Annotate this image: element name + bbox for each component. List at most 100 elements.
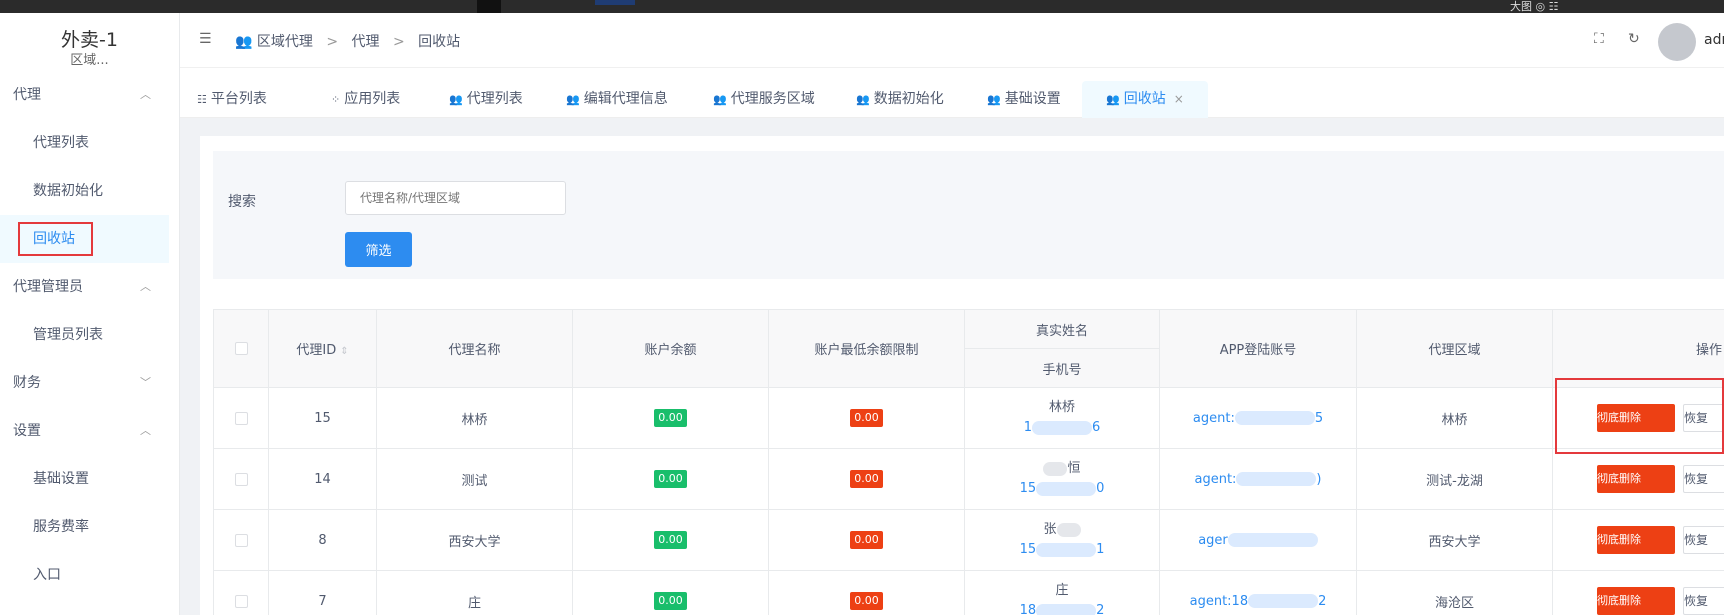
col-balance: 账户余额 bbox=[572, 309, 769, 388]
table-row: 7 庄 0.00 0.00 庄 18 2 agent:18 2 海沧区 彻底删除 恢复 bbox=[213, 570, 1724, 615]
window-top-strip: 大图 ◎ ☷ bbox=[0, 0, 1724, 13]
highlight-box bbox=[18, 222, 93, 256]
apps-icon: ⁘ bbox=[331, 93, 341, 106]
strip-block bbox=[477, 0, 501, 13]
sidebar-group-finance[interactable]: 财务 ﹀ bbox=[0, 359, 179, 407]
table-row: 15 林桥 0.00 0.00 林桥 16 agent: 5 林桥 彻底删除 恢复 bbox=[213, 387, 1724, 449]
chevron-up-icon: ︿ bbox=[140, 424, 151, 437]
users-icon: 👥 bbox=[856, 93, 870, 106]
list-icon: ☷ bbox=[197, 93, 207, 106]
row-checkbox[interactable] bbox=[234, 533, 248, 547]
tab-basic-settings[interactable]: 👥 基础设置 bbox=[987, 81, 1061, 118]
balance-badge: 0.00 bbox=[654, 470, 687, 488]
min-balance-badge: 0.00 bbox=[850, 531, 883, 549]
search-input[interactable] bbox=[345, 181, 566, 215]
col-area: 代理区域 bbox=[1356, 309, 1553, 388]
delete-permanently-button[interactable]: 彻底删除 bbox=[1597, 465, 1675, 493]
cell-name: 西安大学 bbox=[376, 509, 573, 571]
delete-permanently-button[interactable]: 彻底删除 bbox=[1597, 587, 1675, 615]
tab-agent-list[interactable]: 👥 代理列表 bbox=[449, 81, 523, 118]
breadcrumb-item[interactable]: 代理 bbox=[352, 34, 380, 50]
cell-real-name: 恒 15 0 bbox=[964, 448, 1160, 510]
breadcrumb: 👥 区域代理 > 代理 > 回收站 bbox=[235, 34, 461, 50]
strip-block-blue bbox=[595, 0, 635, 5]
breadcrumb-item[interactable]: 区域代理 bbox=[257, 34, 313, 50]
table-row: 8 西安大学 0.00 0.00 张 15 1 ager 西安大学 彻底删除 恢复 bbox=[213, 509, 1724, 571]
col-id[interactable]: 代理ID ⇕ bbox=[268, 309, 377, 388]
refresh-icon[interactable]: ↻ bbox=[1628, 31, 1640, 47]
restore-button[interactable]: 恢复 bbox=[1683, 465, 1724, 493]
app-title: 外卖-1 bbox=[61, 29, 118, 51]
users-icon: 👥 bbox=[449, 93, 463, 106]
sidebar-item-service-rate[interactable]: 服务费率 bbox=[0, 503, 179, 551]
chevron-up-icon: ︿ bbox=[140, 280, 151, 293]
sidebar-item-admin-list[interactable]: 管理员列表 bbox=[0, 311, 179, 359]
search-label: 搜索 bbox=[228, 194, 256, 210]
balance-badge: 0.00 bbox=[654, 531, 687, 549]
cell-area: 海沧区 bbox=[1356, 570, 1553, 615]
cell-id: 8 bbox=[268, 509, 377, 571]
menu-fold-icon[interactable]: ☰ bbox=[199, 31, 212, 47]
delete-permanently-button[interactable]: 彻底删除 bbox=[1597, 404, 1675, 432]
cell-login: agent:18 2 bbox=[1159, 570, 1357, 615]
balance-badge: 0.00 bbox=[654, 592, 687, 610]
cell-area: 林桥 bbox=[1356, 387, 1553, 449]
balance-badge: 0.00 bbox=[654, 409, 687, 427]
strip-text: 大图 ◎ ☷ bbox=[1510, 0, 1559, 13]
row-checkbox[interactable] bbox=[234, 594, 248, 608]
avatar[interactable] bbox=[1658, 23, 1696, 61]
sidebar-group-agent[interactable]: 代理 ︿ bbox=[0, 71, 179, 119]
sidebar-item-entry[interactable]: 入口 bbox=[0, 551, 179, 599]
table-row: 14 测试 0.00 0.00 恒 15 0 agent:) 测试-龙湖 彻底删除… bbox=[213, 448, 1724, 510]
col-ops: 操作 bbox=[1552, 309, 1724, 388]
sidebar-group-settings[interactable]: 设置 ︿ bbox=[0, 407, 179, 455]
cell-area: 西安大学 bbox=[1356, 509, 1553, 571]
close-icon[interactable]: × bbox=[1174, 92, 1184, 106]
username[interactable]: adm bbox=[1704, 32, 1724, 48]
min-balance-badge: 0.00 bbox=[850, 409, 883, 427]
breadcrumb-item: 回收站 bbox=[418, 34, 461, 50]
select-all-cell bbox=[213, 309, 269, 388]
min-balance-badge: 0.00 bbox=[850, 592, 883, 610]
chevron-down-icon: ﹀ bbox=[140, 376, 151, 389]
select-all-checkbox[interactable] bbox=[234, 342, 248, 355]
sidebar-item-agent-list[interactable]: 代理列表 bbox=[0, 119, 179, 167]
tab-agent-service-area[interactable]: 👥 代理服务区域 bbox=[713, 81, 815, 118]
app-logo: 外卖-1 区域... bbox=[0, 13, 179, 71]
tab-app-list[interactable]: ⁘ 应用列表 bbox=[331, 81, 400, 118]
row-checkbox[interactable] bbox=[234, 472, 248, 486]
restore-button[interactable]: 恢复 bbox=[1683, 404, 1724, 432]
delete-permanently-button[interactable]: 彻底删除 bbox=[1597, 526, 1675, 554]
sort-icon[interactable]: ⇕ bbox=[340, 346, 348, 357]
tab-data-init[interactable]: 👥 数据初始化 bbox=[856, 81, 944, 118]
sidebar-group-agent-admin[interactable]: 代理管理员 ︿ bbox=[0, 263, 179, 311]
restore-button[interactable]: 恢复 bbox=[1683, 526, 1724, 554]
search-panel: 搜索 筛选 bbox=[213, 151, 1724, 279]
sidebar-item-recycle-bin[interactable]: 回收站 bbox=[0, 215, 169, 263]
cell-login: agent: 5 bbox=[1159, 387, 1357, 449]
cell-name: 林桥 bbox=[376, 387, 573, 449]
cell-name: 测试 bbox=[376, 448, 573, 510]
cell-name: 庄 bbox=[376, 570, 573, 615]
restore-button[interactable]: 恢复 bbox=[1683, 587, 1724, 615]
cell-real-name: 林桥 16 bbox=[964, 387, 1160, 449]
users-icon: 👥 bbox=[235, 34, 253, 50]
col-phone: 手机号 bbox=[964, 348, 1160, 388]
fullscreen-icon[interactable]: ⛶ bbox=[1594, 31, 1604, 47]
cell-real-name: 张 15 1 bbox=[964, 509, 1160, 571]
tab-bar: ☷ 平台列表 ⁘ 应用列表 👥 代理列表 👥 编辑代理信息 👥 代理服务区域 👥 数据初始化… bbox=[180, 68, 1724, 118]
tab-recycle-bin[interactable]: 👥 回收站 × bbox=[1082, 81, 1208, 118]
sidebar-item-data-init[interactable]: 数据初始化 bbox=[0, 167, 179, 215]
row-checkbox[interactable] bbox=[234, 411, 248, 425]
sidebar-item-basic-settings[interactable]: 基础设置 bbox=[0, 455, 179, 503]
tab-platform-list[interactable]: ☷ 平台列表 bbox=[197, 81, 267, 118]
users-icon: 👥 bbox=[713, 93, 727, 106]
app-subtitle: 区域... bbox=[70, 53, 109, 68]
cell-id: 15 bbox=[268, 387, 377, 449]
tab-edit-agent[interactable]: 👥 编辑代理信息 bbox=[566, 81, 668, 118]
col-min-balance: 账户最低余额限制 bbox=[768, 309, 965, 388]
chevron-up-icon: ︿ bbox=[140, 88, 151, 101]
top-header: ☰ 👥 区域代理 > 代理 > 回收站 ⛶ ↻ adm bbox=[180, 13, 1724, 68]
sidebar: 外卖-1 区域... 代理 ︿ 代理列表 数据初始化 回收站 代理管理员 ︿ 管… bbox=[0, 13, 180, 615]
filter-button[interactable]: 筛选 bbox=[345, 232, 412, 267]
